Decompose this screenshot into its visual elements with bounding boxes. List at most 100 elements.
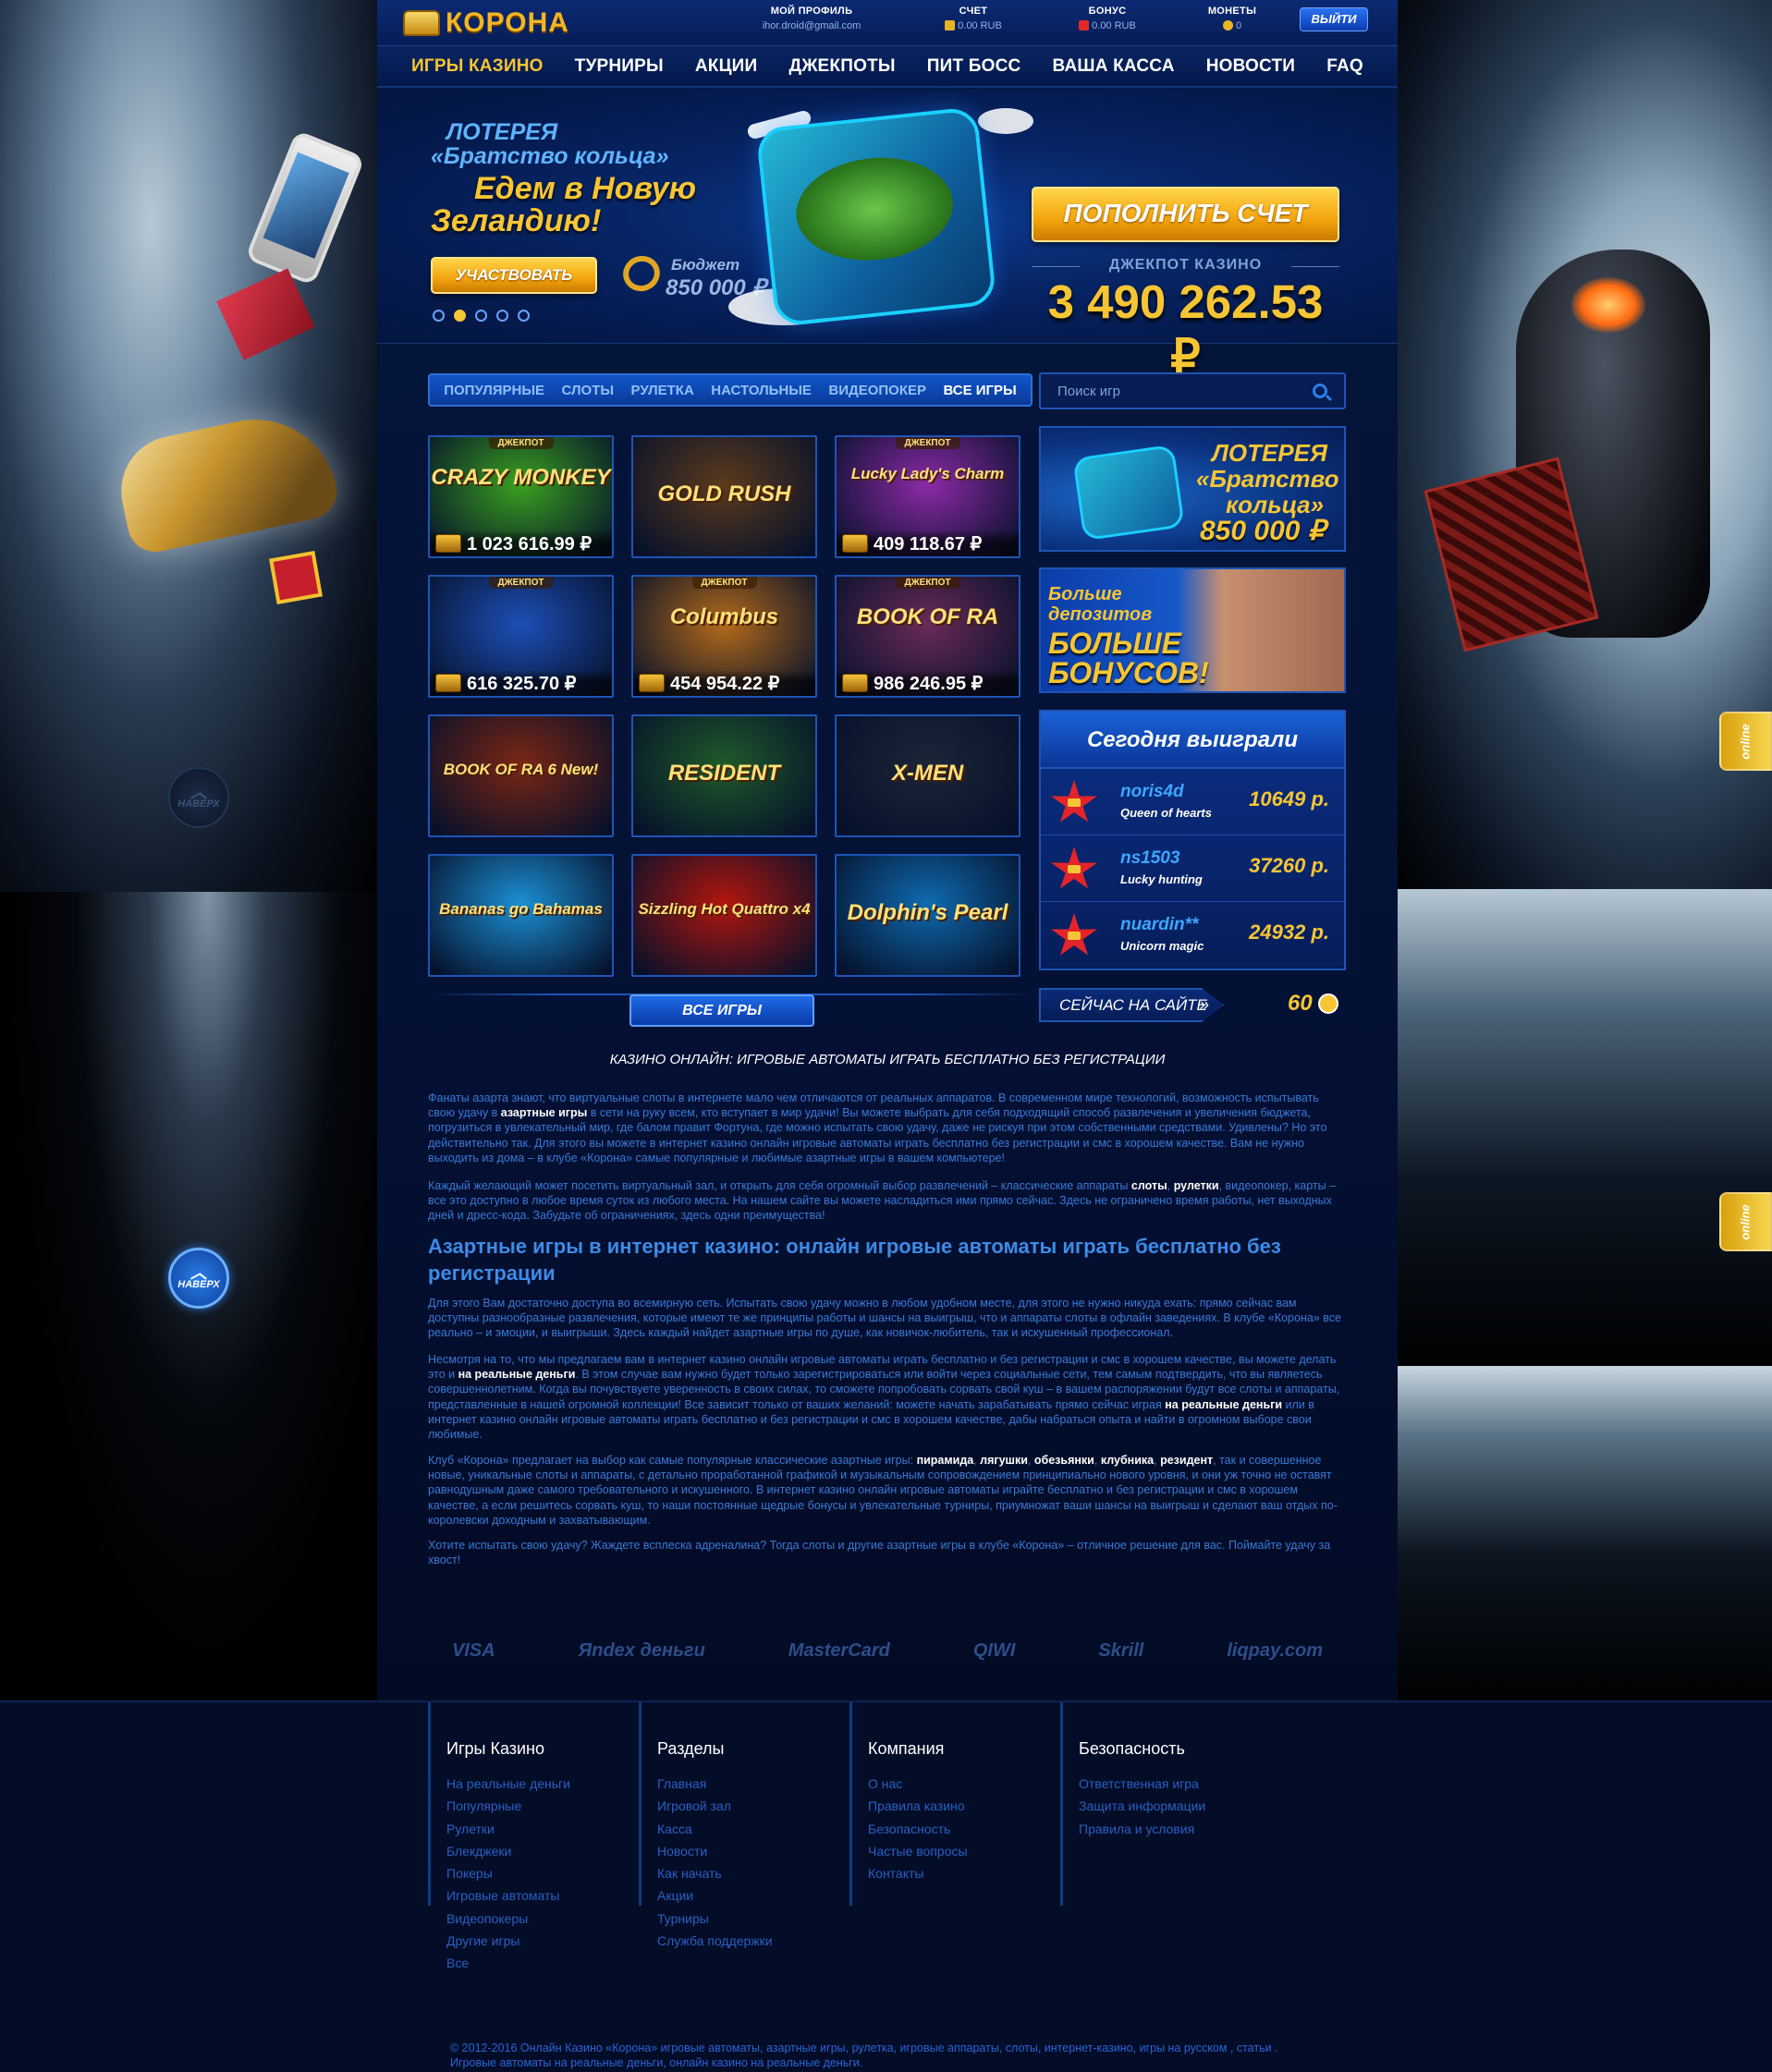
site-logo[interactable]: КОРОНА <box>403 7 569 39</box>
nav-tournaments[interactable]: ТУРНИРЫ <box>575 56 664 77</box>
profile-label: МОЙ ПРОФИЛЬ <box>770 6 853 17</box>
coins-block[interactable]: МОНЕТЫ 0 <box>1200 6 1265 31</box>
seo-link-pyramid[interactable]: пирамида <box>917 1454 974 1467</box>
slider-dot[interactable] <box>496 310 508 322</box>
footer-link[interactable]: Рулетки <box>446 1822 570 1844</box>
nav-casino-games[interactable]: ИГРЫ КАЗИНО <box>411 56 544 77</box>
nav-pit-boss[interactable]: ПИТ БОСС <box>927 56 1021 77</box>
game-tile[interactable]: ДЖЕКПОТ BOOK OF RA 986 246.95 ₽ <box>835 575 1020 698</box>
online-chat-tab[interactable]: online <box>1719 1192 1772 1251</box>
tab-popular[interactable]: ПОПУЛЯРНЫЕ <box>444 383 544 398</box>
footer-link[interactable]: Как начать <box>657 1866 773 1888</box>
nav-jackpots[interactable]: ДЖЕКПОТЫ <box>788 56 895 77</box>
footer-link[interactable]: Правила казино <box>868 1798 968 1821</box>
seo-link-real-money[interactable]: на реальные деньги <box>1165 1398 1282 1411</box>
game-tile[interactable]: ДЖЕКПОТ Columbus 454 954.22 ₽ <box>631 575 817 698</box>
slider-dot[interactable] <box>518 310 530 322</box>
footer-link[interactable]: Игровой зал <box>657 1798 773 1821</box>
tab-roulette[interactable]: РУЛЕТКА <box>631 383 694 398</box>
game-tile[interactable]: ДЖЕКПОТ CRAZY MONKEY 1 023 616.99 ₽ <box>428 435 614 558</box>
footer-link[interactable]: Блекджеки <box>446 1844 570 1866</box>
footer-link[interactable]: Ответственная игра <box>1079 1776 1205 1798</box>
participate-button[interactable]: УЧАСТВОВАТЬ <box>431 257 597 294</box>
tab-videopoker[interactable]: ВИДЕОПОКЕР <box>828 383 926 398</box>
scroll-top-button[interactable]: ︿ НАВЕРХ <box>168 767 229 828</box>
footer-link[interactable]: Все <box>446 1956 570 1978</box>
footer-link[interactable]: Касса <box>657 1822 773 1844</box>
footer-link[interactable]: Служба поддержки <box>657 1933 773 1956</box>
profile-block[interactable]: МОЙ ПРОФИЛЬ ihor.droid@gmail.com <box>756 6 867 31</box>
on-site-now-button[interactable]: СЕЙЧАС НА САЙТЕ » <box>1039 988 1224 1022</box>
game-tile[interactable]: GOLD RUSH <box>631 435 817 558</box>
footer-link[interactable]: Игровые автоматы <box>446 1888 570 1910</box>
nav-faq[interactable]: FAQ <box>1326 56 1363 77</box>
footer-link[interactable]: Видеопокеры <box>446 1911 570 1933</box>
seo-paragraph-1: Фанаты азарта знают, что виртуальные сло… <box>428 1091 1346 1165</box>
game-tile[interactable]: Sizzling Hot Quattro x4 <box>631 854 817 977</box>
game-title: Dolphin's Pearl <box>847 900 1008 925</box>
search-input[interactable] <box>1057 383 1289 399</box>
bonus-block[interactable]: БОНУС 0.00 RUB <box>1066 6 1149 31</box>
game-title: CRAZY MONKEY <box>431 465 611 490</box>
seo-text: , <box>1167 1179 1174 1192</box>
tab-slots[interactable]: СЛОТЫ <box>562 383 615 398</box>
online-chat-tab[interactable]: online <box>1719 712 1772 771</box>
game-tile[interactable]: ДЖЕКПОТ Lucky Lady's Charm 409 118.67 ₽ <box>835 435 1020 558</box>
footer-link[interactable]: Акции <box>657 1888 773 1910</box>
lottery-promo-banner[interactable]: ЛОТЕРЕЯ «Братство кольца» 850 000 ₽ <box>1039 426 1346 552</box>
winner-row: noris4d Queen of hearts 10649 р. <box>1041 769 1344 835</box>
footer-link[interactable]: Защита информации <box>1079 1798 1205 1821</box>
footer-link[interactable]: Главная <box>657 1776 773 1798</box>
footer-link[interactable]: Другие игры <box>446 1933 570 1956</box>
footer-link[interactable]: На реальные деньги <box>446 1776 570 1798</box>
chevron-up-icon: ︿ <box>190 783 207 801</box>
search-icon[interactable] <box>1313 384 1327 398</box>
game-tile[interactable]: X-MEN <box>835 714 1020 837</box>
slider-dot[interactable] <box>475 310 487 322</box>
crown-icon <box>1068 865 1081 873</box>
footer-link[interactable]: Правила и условия <box>1079 1822 1205 1844</box>
promo-bonus-line-2: депозитов <box>1048 604 1153 625</box>
footer-link[interactable]: Контакты <box>868 1866 968 1888</box>
tab-table[interactable]: НАСТОЛЬНЫЕ <box>711 383 812 398</box>
deposit-button[interactable]: ПОПОЛНИТЬ СЧЕТ <box>1032 187 1339 242</box>
logout-button[interactable]: ВЫЙТИ <box>1300 7 1368 31</box>
slider-dot[interactable] <box>433 310 445 322</box>
footer-link[interactable]: Популярные <box>446 1798 570 1821</box>
seo-link-gambling[interactable]: азартные игры <box>501 1106 588 1119</box>
todays-winners-panel: Сегодня выиграли noris4d Queen of hearts… <box>1039 710 1346 970</box>
game-jackpot-value: 616 325.70 ₽ <box>467 673 577 694</box>
nav-cashier[interactable]: ВАША КАССА <box>1053 56 1175 77</box>
footer-link[interactable]: Новости <box>657 1844 773 1866</box>
nav-news[interactable]: НОВОСТИ <box>1206 56 1295 77</box>
seo-link-strawberry[interactable]: клубника <box>1101 1454 1154 1467</box>
winner-game: Queen of hearts <box>1120 806 1212 820</box>
footer-link[interactable]: Турниры <box>657 1911 773 1933</box>
seo-link-monkeys[interactable]: обезьянки <box>1034 1454 1094 1467</box>
bonus-promo-banner[interactable]: Больше депозитов БОЛЬШЕ БОНУСОВ! <box>1039 567 1346 693</box>
coins-value: 0 <box>1235 20 1242 31</box>
footer-link[interactable]: Покеры <box>446 1866 570 1888</box>
seo-link-frogs[interactable]: лягушки <box>980 1454 1028 1467</box>
slider-dot[interactable] <box>454 310 466 322</box>
seo-link-roulette[interactable]: рулетки <box>1174 1179 1219 1192</box>
account-block[interactable]: СЧЕТ 0.00 RUB <box>932 6 1015 31</box>
seo-link-slots[interactable]: слоты <box>1131 1179 1167 1192</box>
game-jackpot: 454 954.22 ₽ <box>633 670 815 696</box>
game-tile[interactable]: Dolphin's Pearl <box>835 854 1020 977</box>
tab-all-games[interactable]: ВСЕ ИГРЫ <box>944 383 1017 398</box>
slider-dots <box>433 310 530 322</box>
footer-link[interactable]: Безопасность <box>868 1822 968 1844</box>
footer-link[interactable]: О нас <box>868 1776 968 1798</box>
scroll-top-button-active[interactable]: ︿ НАВЕРХ <box>168 1248 229 1309</box>
nav-promotions[interactable]: АКЦИИ <box>695 56 758 77</box>
copyright: © 2012-2016 Онлайн Казино «Корона» игров… <box>450 2041 1338 2070</box>
game-tile[interactable]: Bananas go Bahamas <box>428 854 614 977</box>
game-tile[interactable]: BOOK OF RA 6 New! <box>428 714 614 837</box>
game-tile[interactable]: RESIDENT <box>631 714 817 837</box>
all-games-button[interactable]: ВСЕ ИГРЫ <box>629 994 814 1027</box>
seo-link-resident[interactable]: резидент <box>1160 1454 1213 1467</box>
seo-link-real-money[interactable]: на реальные деньги <box>458 1368 576 1381</box>
game-tile[interactable]: ДЖЕКПОТ 616 325.70 ₽ <box>428 575 614 698</box>
footer-link[interactable]: Частые вопросы <box>868 1844 968 1866</box>
